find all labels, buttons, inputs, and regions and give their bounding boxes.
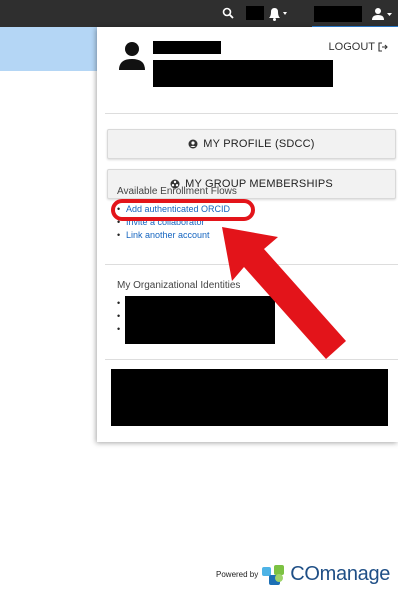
logout-label: LOGOUT (328, 41, 375, 53)
my-profile-button[interactable]: MY PROFILE (SDCC) (107, 129, 396, 159)
powered-by: Powered by COmanage (216, 563, 390, 586)
user-with-dropdown-icon (372, 8, 392, 20)
link-account-link[interactable]: Link another account (126, 230, 210, 240)
redacted-block (111, 369, 388, 426)
bell-with-dropdown-icon[interactable] (265, 5, 289, 22)
user-menu-button[interactable] (312, 2, 398, 28)
search-icon[interactable] (222, 7, 234, 19)
page-header-band (0, 27, 97, 71)
divider (105, 113, 398, 114)
sign-out-icon (378, 42, 388, 52)
user-avatar-icon (119, 42, 145, 70)
logout-link[interactable]: LOGOUT (329, 41, 388, 53)
redacted-block (246, 6, 264, 20)
enrollment-flows-title: Available Enrollment Flows (117, 186, 237, 197)
user-circle-icon (188, 139, 198, 149)
comanage-brand: COmanage (290, 563, 391, 585)
top-navbar (0, 0, 398, 28)
redacted-name (153, 41, 221, 54)
comanage-logo-icon (262, 564, 285, 585)
list-item: Link another account (117, 229, 230, 242)
highlight-circle (111, 199, 255, 221)
powered-by-label: Powered by (216, 570, 259, 579)
annotation-arrow (222, 227, 346, 359)
my-profile-label: MY PROFILE (SDCC) (203, 138, 315, 150)
redacted-block (314, 6, 362, 22)
redacted-identity (153, 60, 333, 87)
